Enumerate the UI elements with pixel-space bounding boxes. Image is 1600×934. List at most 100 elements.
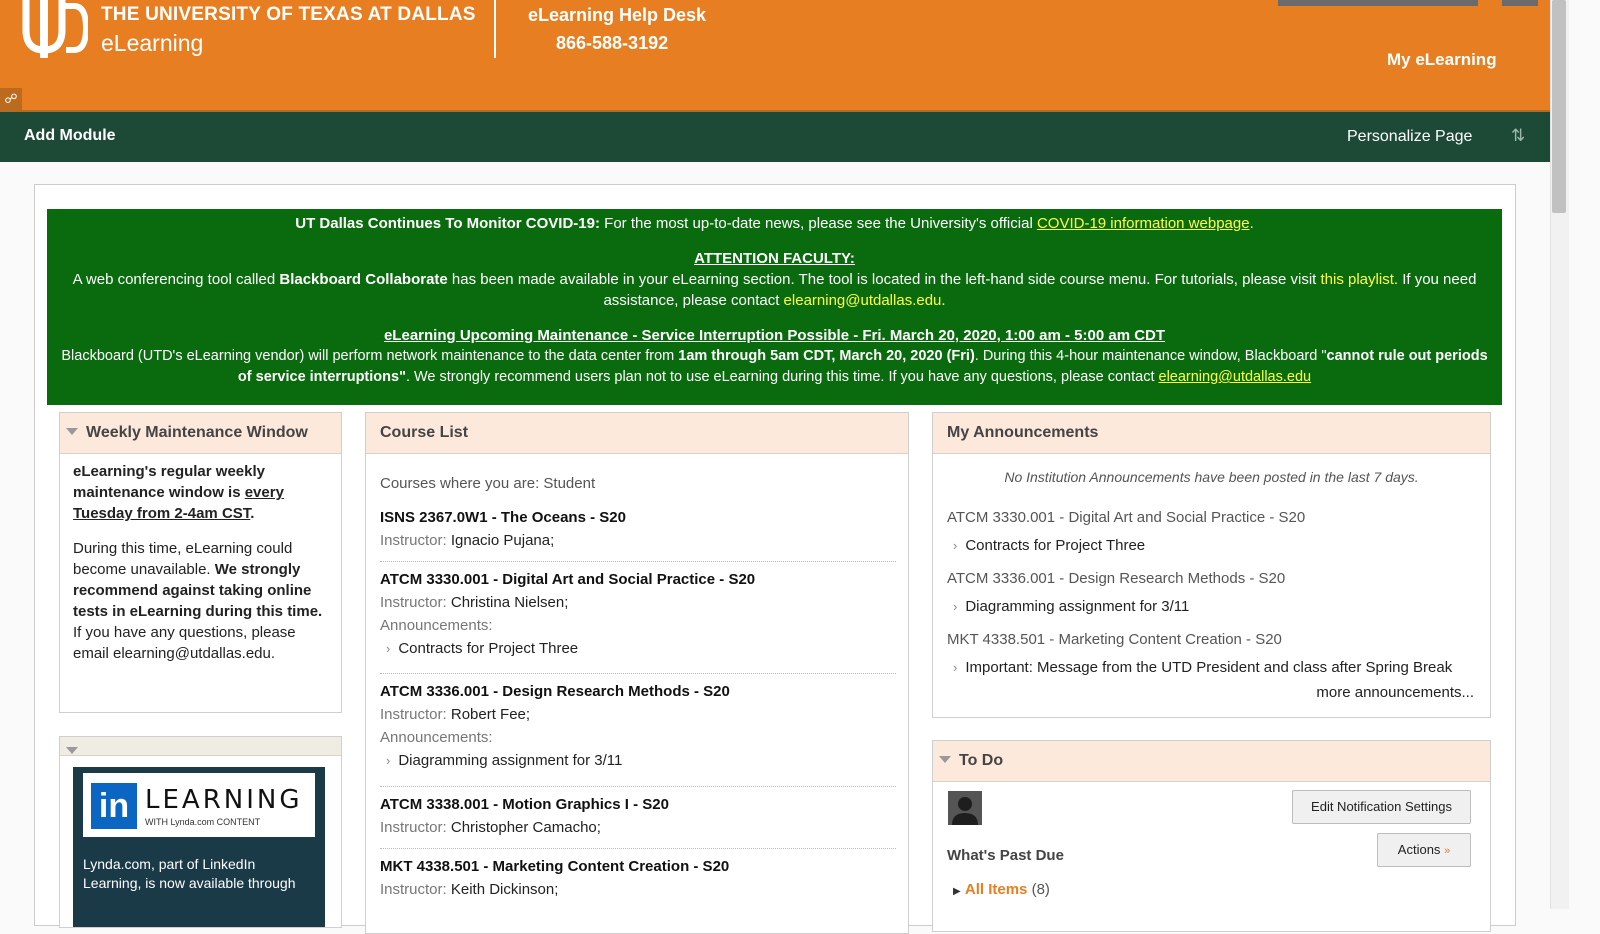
instructor-label: Instructor: xyxy=(380,594,451,611)
instructor-label: Instructor: xyxy=(380,881,451,898)
covid-text: For the most up-to-date news, please see… xyxy=(599,215,1037,232)
announcement-course-link[interactable]: MKT 4338.501 - Marketing Content Creatio… xyxy=(947,631,1282,648)
course-link[interactable]: ISNS 2367.0W1 - The Oceans - S20 xyxy=(380,509,896,526)
header-divider xyxy=(494,0,496,58)
announcement-title[interactable]: Diagramming assignment for 3/11 xyxy=(965,598,1189,615)
announcement-course-link[interactable]: ATCM 3336.001 - Design Research Methods … xyxy=(947,570,1285,587)
my-announcements-module: My Announcements No Institution Announce… xyxy=(932,412,1491,718)
linkedin-learning-promo[interactable]: in LEARNING WITH Lynda.com CONTENT Lynda… xyxy=(73,767,325,927)
course-item: ATCM 3336.001 - Design Research Methods … xyxy=(380,683,896,769)
instructor-label: Instructor: xyxy=(380,819,451,836)
no-institution-announcements: No Institution Announcements have been p… xyxy=(1004,469,1419,485)
expand-icon[interactable]: ▶ xyxy=(953,886,961,897)
covid-heading: UT Dallas Continues To Monitor COVID-19: xyxy=(295,215,600,232)
chevron-down-icon: » xyxy=(1444,845,1451,857)
all-items-count: (8) xyxy=(1031,881,1050,898)
course-divider xyxy=(380,848,896,849)
more-announcements-link[interactable]: more announcements... xyxy=(1316,684,1474,701)
weekly-contact: If you have any questions, please email … xyxy=(73,624,296,662)
utd-logo[interactable]: UTD xyxy=(22,0,88,58)
announcement-link[interactable]: › Diagramming assignment for 3/11 xyxy=(380,752,896,769)
logo-text: UTD xyxy=(44,29,46,31)
maint-text2: . During this 4-hour maintenance window,… xyxy=(974,348,1327,364)
instructor-line: Instructor: Ignacio Pujana; xyxy=(380,532,896,549)
announcement-title[interactable]: Contracts for Project Three xyxy=(965,537,1145,554)
chevron-right-icon: › xyxy=(953,538,958,553)
elearning-brand: eLearning xyxy=(101,30,204,56)
edit-notification-settings-button[interactable]: Edit Notification Settings xyxy=(1292,790,1471,824)
top-menu-button[interactable] xyxy=(1278,0,1478,6)
reorder-icon[interactable]: ⇅ xyxy=(1511,126,1525,146)
chevron-right-icon: › xyxy=(953,599,958,614)
weekly-bold: eLearning's regular weekly maintenance w… xyxy=(73,463,265,501)
collapse-icon[interactable] xyxy=(66,428,78,435)
maintenance-heading: eLearning Upcoming Maintenance - Service… xyxy=(383,327,1166,344)
announcement-item[interactable]: › Contracts for Project Three xyxy=(947,537,1145,554)
linkedin-learning-logo: in LEARNING WITH Lynda.com CONTENT xyxy=(83,773,315,837)
announcement-title[interactable]: Important: Message from the UTD Presiden… xyxy=(965,659,1452,676)
instructor-name: Robert Fee; xyxy=(450,706,531,723)
add-module-button[interactable]: Add Module xyxy=(24,127,116,145)
instructor-name: Christopher Camacho; xyxy=(450,819,601,836)
announcement-title[interactable]: Diagramming assignment for 3/11 xyxy=(398,752,622,769)
course-list-module: Course List Courses where you are: Stude… xyxy=(365,412,909,934)
all-items-link[interactable]: All Items xyxy=(965,881,1028,898)
instructor-label: Instructor: xyxy=(380,532,451,549)
course-list-header[interactable]: Course List xyxy=(366,413,908,454)
collapse-icon[interactable] xyxy=(939,756,951,763)
announcement-link[interactable]: › Contracts for Project Three xyxy=(380,640,896,657)
instructor-line: Instructor: Keith Dickinson; xyxy=(380,881,896,898)
faculty-heading: ATTENTION FACULTY: xyxy=(694,250,855,267)
actions-label: Actions xyxy=(1397,842,1441,857)
course-link[interactable]: ATCM 3338.001 - Motion Graphics I - S20 xyxy=(380,796,896,813)
instructor-label: Instructor: xyxy=(380,706,451,723)
my-elearning-tab[interactable]: My eLearning xyxy=(1387,50,1497,70)
instructor-name: Ignacio Pujana; xyxy=(450,532,555,549)
maint-email-link[interactable]: elearning@utdallas.edu xyxy=(1159,369,1312,385)
course-role-line: Courses where you are: Student xyxy=(380,475,596,492)
announcement-item[interactable]: › Important: Message from the UTD Preside… xyxy=(947,659,1452,676)
maint-time: 1am through 5am CDT, March 20, 2020 (Fri… xyxy=(678,348,975,364)
faculty-email-link[interactable]: elearning@utdallas.edu xyxy=(784,292,942,309)
collapse-icon[interactable] xyxy=(66,747,78,754)
past-due-heading: What's Past Due xyxy=(947,847,1064,864)
top-icon-button[interactable] xyxy=(1502,0,1538,6)
module-title: My Announcements xyxy=(947,424,1099,441)
course-divider xyxy=(380,561,896,562)
help-desk-phone: 866-588-3192 xyxy=(556,33,669,53)
linkedin-sub: WITH Lynda.com CONTENT xyxy=(145,817,261,827)
collaborate-name: Blackboard Collaborate xyxy=(279,271,448,288)
announcements-label: Announcements: xyxy=(380,617,493,634)
linkedin-module-header[interactable] xyxy=(60,737,341,756)
university-name: THE UNIVERSITY OF TEXAS AT DALLAS xyxy=(101,4,476,25)
module-title: To Do xyxy=(959,752,1004,769)
announcement-title[interactable]: Contracts for Project Three xyxy=(398,640,578,657)
course-item: ATCM 3330.001 - Digital Art and Social P… xyxy=(380,571,896,657)
scrollbar-thumb[interactable] xyxy=(1552,0,1566,213)
maint-text1: Blackboard (UTD's eLearning vendor) will… xyxy=(61,348,679,364)
chevron-right-icon: › xyxy=(386,753,391,768)
chevron-right-icon: › xyxy=(386,641,391,656)
link-icon[interactable]: ☍ xyxy=(0,88,22,110)
personalize-page-button[interactable]: Personalize Page xyxy=(1347,128,1472,146)
course-divider xyxy=(380,786,896,787)
course-link[interactable]: ATCM 3336.001 - Design Research Methods … xyxy=(380,683,896,700)
todo-header[interactable]: To Do xyxy=(933,741,1490,782)
announcement-course-link[interactable]: ATCM 3330.001 - Digital Art and Social P… xyxy=(947,509,1305,526)
course-link[interactable]: MKT 4338.501 - Marketing Content Creatio… xyxy=(380,858,896,875)
announcements-header[interactable]: My Announcements xyxy=(933,413,1490,454)
module-toolbar: Add Module Personalize Page ⇅ xyxy=(0,110,1550,162)
linkedin-in-mark: in xyxy=(91,783,137,829)
playlist-link[interactable]: this playlist. xyxy=(1321,271,1399,288)
faculty-text1: A web conferencing tool called xyxy=(72,271,280,288)
all-items-row[interactable]: ▶ All Items (8) xyxy=(953,881,1050,898)
weekly-maintenance-header[interactable]: Weekly Maintenance Window xyxy=(60,413,341,454)
announcements-label: Announcements: xyxy=(380,729,493,746)
announcement-banner: UT Dallas Continues To Monitor COVID-19:… xyxy=(47,209,1502,405)
site-header: UTD THE UNIVERSITY OF TEXAS AT DALLAS eL… xyxy=(0,0,1550,110)
course-link[interactable]: ATCM 3330.001 - Digital Art and Social P… xyxy=(380,571,896,588)
weekly-paragraph-1: eLearning's regular weekly maintenance w… xyxy=(73,461,331,524)
announcement-item[interactable]: › Diagramming assignment for 3/11 xyxy=(947,598,1189,615)
actions-button[interactable]: Actions » xyxy=(1377,833,1471,867)
covid-info-link[interactable]: COVID-19 information webpage xyxy=(1037,215,1250,232)
